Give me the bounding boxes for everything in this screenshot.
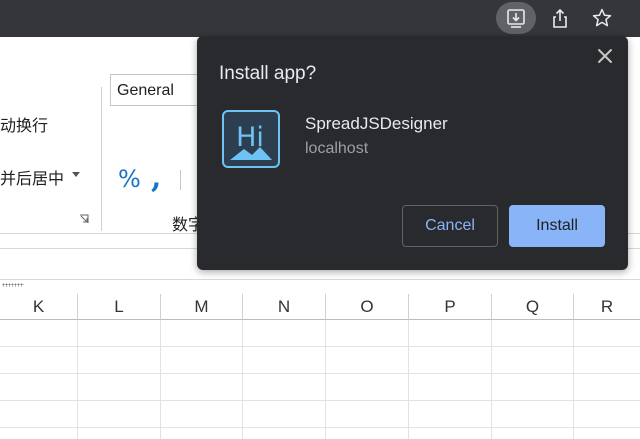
app-name: SpreadJSDesigner bbox=[305, 114, 448, 133]
grid-col-line bbox=[77, 320, 78, 439]
number-format-select[interactable]: General bbox=[110, 74, 210, 106]
merge-center-button[interactable]: 并后居中 bbox=[0, 165, 64, 189]
column-header-p[interactable]: P bbox=[409, 294, 492, 320]
grid-row-line bbox=[0, 346, 640, 347]
grid-row-line bbox=[0, 400, 640, 401]
grid-col-line bbox=[325, 320, 326, 439]
install-button[interactable]: Install bbox=[509, 205, 605, 247]
comma-style-button[interactable]: , bbox=[151, 160, 161, 195]
grid-col-line bbox=[408, 320, 409, 439]
column-header-q[interactable]: Q bbox=[492, 294, 574, 320]
wrap-text-button[interactable]: 动换行 bbox=[0, 112, 48, 136]
browser-toolbar bbox=[0, 0, 640, 37]
close-icon[interactable] bbox=[595, 46, 615, 66]
share-icon[interactable] bbox=[540, 2, 580, 34]
merge-dropdown-caret-icon[interactable] bbox=[72, 172, 80, 177]
column-header-l[interactable]: L bbox=[78, 294, 161, 320]
bookmark-star-icon[interactable] bbox=[582, 2, 622, 34]
grid-col-line bbox=[242, 320, 243, 439]
grid-col-line bbox=[160, 320, 161, 439]
grid-col-line bbox=[491, 320, 492, 439]
install-app-icon[interactable] bbox=[496, 2, 536, 34]
app-icon: Hi bbox=[222, 110, 280, 173]
column-header-n[interactable]: N bbox=[243, 294, 326, 320]
install-app-dialog: Install app? Hi SpreadJSDesigner localho… bbox=[197, 36, 628, 270]
ribbon-group-separator bbox=[101, 87, 102, 231]
resize-handle-icon[interactable] bbox=[2, 283, 24, 287]
dialog-title: Install app? bbox=[219, 63, 317, 84]
column-header-r[interactable]: R bbox=[574, 294, 640, 320]
cancel-button[interactable]: Cancel bbox=[402, 205, 498, 247]
column-header-k[interactable]: K bbox=[0, 294, 78, 320]
app-host: localhost bbox=[305, 140, 369, 157]
percent-style-button[interactable]: % bbox=[118, 165, 141, 193]
formula-bar-bottom bbox=[0, 279, 640, 280]
alignment-dialog-launcher-icon[interactable] bbox=[79, 211, 89, 229]
column-header-m[interactable]: M bbox=[161, 294, 243, 320]
grid-row-line bbox=[0, 373, 640, 374]
column-header-o[interactable]: O bbox=[326, 294, 409, 320]
ribbon-separator bbox=[180, 170, 181, 190]
grid-col-line bbox=[573, 320, 574, 439]
grid-row-line bbox=[0, 427, 640, 428]
